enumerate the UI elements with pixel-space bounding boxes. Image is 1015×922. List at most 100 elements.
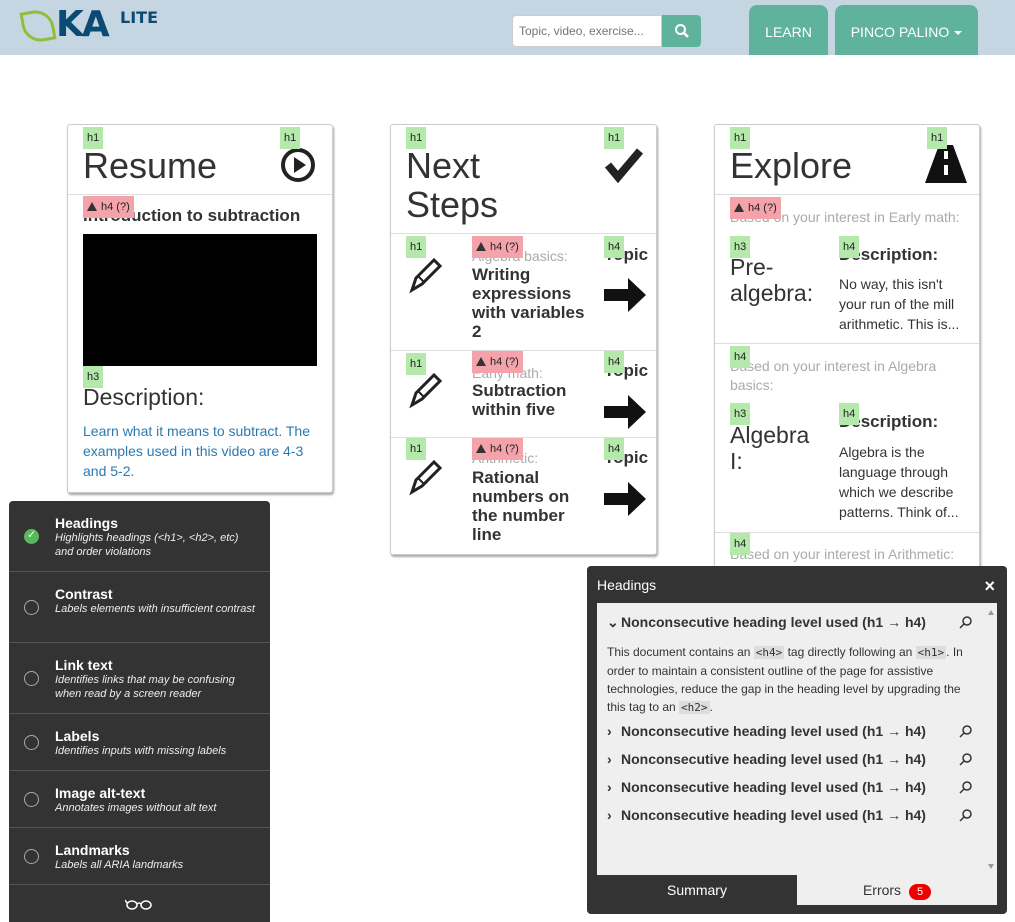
explore-row[interactable]: Based on your interest in Algebra basics… bbox=[715, 344, 979, 533]
issue-collapsed[interactable]: › Nonconsecutive heading level used (h1 →… bbox=[607, 723, 926, 739]
plugin-landmarks[interactable]: Landmarks Labels all ARIA landmarks bbox=[9, 828, 270, 885]
plugin-name: Headings bbox=[55, 515, 119, 531]
h4-tag: h4 bbox=[839, 403, 860, 425]
plugin-name: Labels bbox=[55, 728, 100, 744]
plugin-name: Image alt-text bbox=[55, 785, 146, 801]
issue-collapsed[interactable]: › Nonconsecutive heading level used (h1 →… bbox=[607, 751, 926, 767]
tab-summary[interactable]: Summary bbox=[597, 875, 797, 905]
warning-icon bbox=[476, 357, 486, 366]
next-steps-card: h1 h1 Next Steps h1 Algebra basics: h4 (… bbox=[390, 124, 657, 555]
next-steps-title-1: Next bbox=[406, 145, 481, 186]
caret-down-icon bbox=[954, 31, 963, 36]
plugin-image-alt-text[interactable]: Image alt-text Annotates images without … bbox=[9, 771, 270, 828]
h1-tag: h1 bbox=[406, 438, 427, 460]
h1-tag: h1 bbox=[730, 127, 751, 149]
h1-tag: h1 bbox=[604, 127, 625, 149]
exercise-title[interactable]: Subtraction within five bbox=[472, 381, 587, 419]
search-button[interactable] bbox=[662, 15, 701, 47]
h3-tag: h3 bbox=[83, 366, 104, 388]
h1-tag: h1 bbox=[280, 127, 301, 149]
magnify-icon[interactable] bbox=[959, 752, 973, 766]
h1-tag: h1 bbox=[406, 127, 427, 149]
plugin-name: Contrast bbox=[55, 586, 113, 602]
pencil-icon bbox=[409, 372, 443, 409]
magnify-icon[interactable] bbox=[959, 808, 973, 822]
radio-icon[interactable] bbox=[24, 792, 39, 807]
chevron-right-icon: › bbox=[607, 779, 612, 795]
radio-icon[interactable] bbox=[24, 735, 39, 750]
arrow-right-icon[interactable] bbox=[604, 482, 648, 516]
plugin-labels[interactable]: Labels Identifies inputs with missing la… bbox=[9, 714, 270, 771]
h4-error-tag: h4 (?) bbox=[472, 438, 523, 460]
issue-collapsed[interactable]: › Nonconsecutive heading level used (h1 →… bbox=[607, 807, 926, 823]
interest-text: Based on your interest in Algebra basics… bbox=[730, 358, 937, 393]
play-icon[interactable] bbox=[280, 147, 316, 183]
exercise-title[interactable]: Writing expressions with variables 2 bbox=[472, 265, 587, 341]
next-step-row[interactable]: h1 Algebra basics: h4 (?) Writing expres… bbox=[391, 234, 656, 351]
issue-explanation: This document contains an <h4> tag direc… bbox=[607, 645, 963, 714]
plugin-description: Annotates images without alt text bbox=[55, 802, 217, 814]
learn-button[interactable]: LEARN bbox=[749, 5, 828, 55]
arrow-right-icon[interactable] bbox=[604, 278, 648, 312]
arrow-right-icon[interactable] bbox=[604, 395, 648, 429]
topic-name[interactable]: Algebra I: bbox=[730, 422, 825, 474]
next-step-row[interactable]: h1 Early math: h4 (?) Subtraction within… bbox=[391, 351, 656, 438]
h4-tag: h4 bbox=[839, 236, 860, 258]
description-text: No way, this isn't your run of the mill … bbox=[839, 276, 960, 332]
next-steps-title-2: Steps bbox=[406, 184, 499, 225]
radio-icon[interactable] bbox=[24, 849, 39, 864]
next-step-row[interactable]: h1 Arithmetic: h4 (?) Rational numbers o… bbox=[391, 438, 656, 554]
pencil-icon bbox=[409, 257, 443, 294]
search-icon bbox=[675, 24, 689, 38]
ka-lite-logo[interactable]: KA LITE bbox=[19, 4, 162, 45]
magnify-icon[interactable] bbox=[959, 780, 973, 794]
topic-name[interactable]: Pre-algebra: bbox=[730, 254, 825, 306]
plugin-name: Landmarks bbox=[55, 842, 130, 858]
radio-icon[interactable] bbox=[24, 671, 39, 686]
user-menu-button[interactable]: PINCO PALINO bbox=[835, 5, 978, 55]
warning-icon bbox=[476, 242, 486, 251]
h1-tag: h1 bbox=[83, 127, 104, 149]
plugin-contrast[interactable]: Contrast Labels elements with insufficie… bbox=[9, 572, 270, 643]
exercise-title[interactable]: Rational numbers on the number line bbox=[472, 468, 587, 544]
magnify-icon[interactable] bbox=[959, 615, 973, 629]
chevron-right-icon: › bbox=[607, 751, 612, 767]
plugin-description: Labels all ARIA landmarks bbox=[55, 859, 184, 871]
radio-checked-icon[interactable] bbox=[24, 528, 39, 544]
radio-icon[interactable] bbox=[24, 600, 39, 615]
close-icon[interactable]: × bbox=[984, 576, 995, 597]
panel-body: ⌄ Nonconsecutive heading level used (h1 →… bbox=[597, 603, 997, 875]
plugin-link-text[interactable]: Link text Identifies links that may be c… bbox=[9, 643, 270, 714]
tab-errors[interactable]: Errors 5 bbox=[797, 875, 997, 905]
explore-row[interactable]: Based on your interest in Early math: h4… bbox=[715, 195, 979, 344]
h4-tag: h4 bbox=[604, 438, 625, 460]
warning-icon bbox=[476, 444, 486, 453]
scroll-down-icon[interactable] bbox=[988, 864, 994, 869]
interest-text: Based on your interest in Arithmetic: bbox=[730, 546, 955, 562]
search-input[interactable] bbox=[512, 15, 662, 47]
leaf-icon bbox=[19, 7, 57, 45]
issue-collapsed[interactable]: › Nonconsecutive heading level used (h1 →… bbox=[607, 779, 926, 795]
video-player[interactable] bbox=[83, 234, 317, 366]
warning-icon bbox=[87, 202, 97, 211]
issue-expanded[interactable]: ⌄ Nonconsecutive heading level used (h1 →… bbox=[607, 614, 926, 631]
resume-card: h1 h1 Resume h4 (?) Introduction to subt… bbox=[67, 124, 333, 493]
scroll-up-icon[interactable] bbox=[988, 610, 994, 615]
logo-ka-text: KA bbox=[56, 4, 110, 45]
plugin-headings[interactable]: Headings Highlights headings (<h1>, <h2>… bbox=[9, 501, 270, 572]
next-steps-header: h1 h1 Next Steps bbox=[391, 125, 656, 234]
chevron-right-icon: › bbox=[607, 807, 612, 823]
checkmark-icon bbox=[604, 148, 644, 183]
magnify-icon[interactable] bbox=[959, 724, 973, 738]
h1-tag: h1 bbox=[927, 127, 948, 149]
panel-tabs: Summary Errors 5 bbox=[597, 875, 997, 905]
plugin-description: Identifies inputs with missing labels bbox=[55, 745, 227, 757]
scrollbar[interactable] bbox=[985, 603, 997, 875]
video-description: Learn what it means to subtract. The exa… bbox=[83, 423, 310, 479]
headings-panel: Headings × ⌄ Nonconsecutive heading level… bbox=[587, 566, 1007, 914]
h4-error-tag: h4 (?) bbox=[472, 236, 523, 258]
explore-header: h1 h1 Explore bbox=[715, 125, 979, 195]
glasses-icon[interactable] bbox=[125, 897, 153, 911]
explore-card: h1 h1 Explore Based on your interest in … bbox=[714, 124, 980, 574]
pencil-icon bbox=[409, 459, 443, 496]
